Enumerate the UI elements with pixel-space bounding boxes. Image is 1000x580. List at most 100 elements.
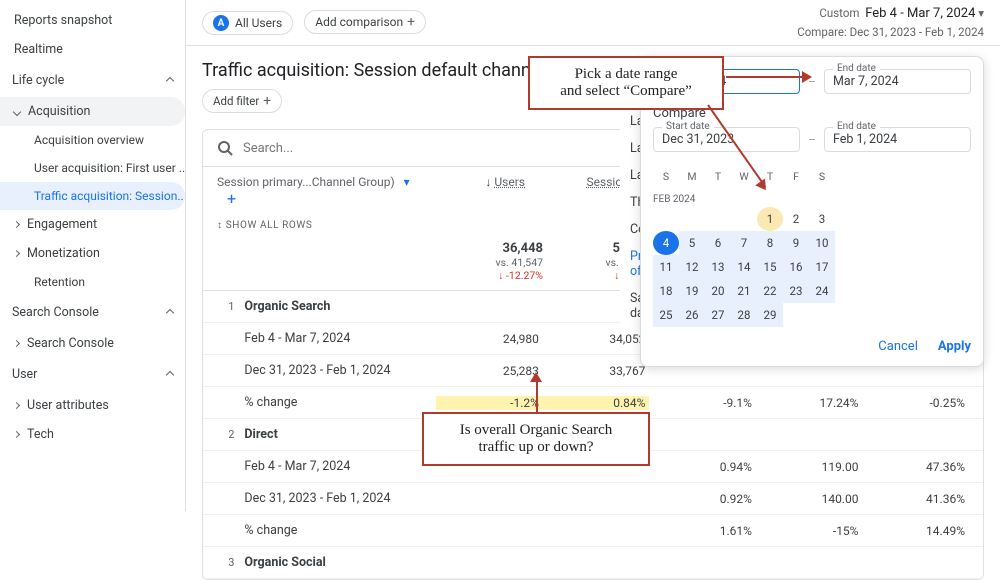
calendar-day[interactable]: 8 [757,231,783,255]
cell: 0.84% [543,396,650,410]
apply-button[interactable]: Apply [938,339,971,354]
nav-acquisition[interactable]: Acquisition [0,97,185,126]
arrow-head-icon [530,372,542,382]
cell: 24,980 [436,332,543,346]
cstart-value: Dec 31, 2023 [662,132,734,147]
cell: 17.24% [756,396,863,410]
nav-realtime[interactable]: Realtime [0,35,185,64]
calendar-day[interactable]: 21 [731,279,757,303]
calendar-day[interactable]: 15 [757,255,783,279]
row-name: % change [244,395,436,410]
nav-user-label: User [12,367,37,382]
compare-end-input[interactable]: End dateFeb 1, 2024 [824,127,971,152]
nav-traffic-acquisition[interactable]: Traffic acquisition: Session... [0,182,185,210]
show-all-label: SHOW ALL ROWS [226,220,313,231]
row-number: 2 [217,428,234,441]
end-date-label: End date [833,63,880,74]
calendar-day [809,303,835,327]
col-users[interactable]: Users [494,175,525,189]
calendar-day[interactable]: 7 [731,231,757,255]
dow-label: T [705,164,731,188]
topbar: AAll Users Add comparison+ Custom Feb 4 … [186,0,1000,46]
calendar-day[interactable]: 19 [679,279,705,303]
calendar-day[interactable]: 20 [705,279,731,303]
dimension-picker[interactable]: Session primary...Channel Group) [217,175,395,189]
calendar-day[interactable]: 23 [783,279,809,303]
row-number: 1 [217,300,234,313]
calendar-day[interactable]: 22 [757,279,783,303]
date-range-display[interactable]: Custom Feb 4 - Mar 7, 2024 ▾ Compare: De… [797,5,984,39]
calendar-day[interactable]: 25 [653,303,679,327]
nav-user-header[interactable]: User [0,358,185,391]
calendar-day[interactable]: 9 [783,231,809,255]
cell: 34,052 [543,332,650,346]
calendar-week: 11121314151617 [653,255,971,279]
nav-retention[interactable]: Retention [0,268,185,296]
cell: 41.36% [862,492,969,506]
add-filter-button[interactable]: Add filter+ [202,89,282,113]
calendar-day[interactable]: 18 [653,279,679,303]
nav-engagement[interactable]: Engagement [0,210,185,239]
nav-monetization[interactable]: Monetization [0,239,185,268]
calendar-day[interactable]: 6 [705,231,731,255]
calendar-day[interactable]: 16 [783,255,809,279]
nav-search-console-header[interactable]: Search Console [0,296,185,329]
date-range-compare: Compare: Dec 31, 2023 - Feb 1, 2024 [797,24,984,40]
nav-life-cycle-label: Life cycle [12,73,64,88]
chevron-up-icon [166,76,174,84]
calendar-day[interactable]: 29 [757,303,783,327]
cell: 119.00 [756,460,863,474]
dimension-chevron-icon[interactable]: ▾ [404,175,410,189]
calendar-day[interactable]: 3 [809,207,835,231]
add-comparison-label: Add comparison [315,15,403,29]
calendar-day[interactable]: 26 [679,303,705,327]
calendar-day[interactable]: 14 [731,255,757,279]
sort-desc-icon: ↓ [485,175,491,189]
calendar-day[interactable]: 13 [705,255,731,279]
row-name: Organic Search [244,299,436,314]
calendar-day [731,207,757,231]
nav-reports-snapshot[interactable]: Reports snapshot [0,6,185,35]
add-comparison-button[interactable]: Add comparison+ [304,10,426,34]
nav-life-cycle[interactable]: Life cycle [0,64,185,97]
calendar-day [653,207,679,231]
calendar-day[interactable]: 28 [731,303,757,327]
calendar-day[interactable]: 4 [653,231,679,255]
calendar-day[interactable]: 17 [809,255,835,279]
calendar-day[interactable]: 2 [783,207,809,231]
calendar-day [705,207,731,231]
chevron-right-icon [13,221,20,228]
calendar-day[interactable]: 10 [809,231,835,255]
dow-label: F [783,164,809,188]
nav-user-attr-label: User attributes [27,398,109,413]
calendar-day[interactable]: 11 [653,255,679,279]
add-filter-label: Add filter [213,94,259,108]
cell: -1.2% [436,396,543,410]
nav-search-console[interactable]: Search Console [0,329,185,358]
sum-users-vs: vs. 41,547 [437,256,543,269]
calendar-day[interactable]: 27 [705,303,731,327]
add-dimension-icon[interactable]: + [227,189,236,208]
calendar-day[interactable]: 1 [757,207,783,231]
cancel-button[interactable]: Cancel [878,339,918,354]
row-name: Feb 4 - Mar 7, 2024 [244,459,436,474]
end-date-input[interactable]: End dateMar 7, 2024 [824,69,971,94]
nav-acq-overview[interactable]: Acquisition overview [0,126,185,154]
calendar-day[interactable]: 24 [809,279,835,303]
pill-all-users[interactable]: AAll Users [202,11,293,35]
nav-monetization-label: Monetization [27,246,100,261]
cell: -15% [756,524,863,538]
sidebar: Reports snapshot Realtime Life cycle Acq… [0,0,186,511]
segment-badge-icon: A [213,15,229,31]
cell: 1.61% [649,524,756,538]
calendar-day[interactable]: 5 [679,231,705,255]
nav-user-attributes[interactable]: User attributes [0,391,185,420]
row-number: 3 [217,556,234,569]
chevron-right-icon [13,340,20,347]
calendar-day[interactable]: 12 [679,255,705,279]
nav-tech[interactable]: Tech [0,420,185,449]
cell: 33,767 [543,364,650,378]
nav-user-acquisition[interactable]: User acquisition: First user ... [0,154,185,182]
chevron-up-icon [166,370,174,378]
sum-users: 36,448 [437,241,543,256]
